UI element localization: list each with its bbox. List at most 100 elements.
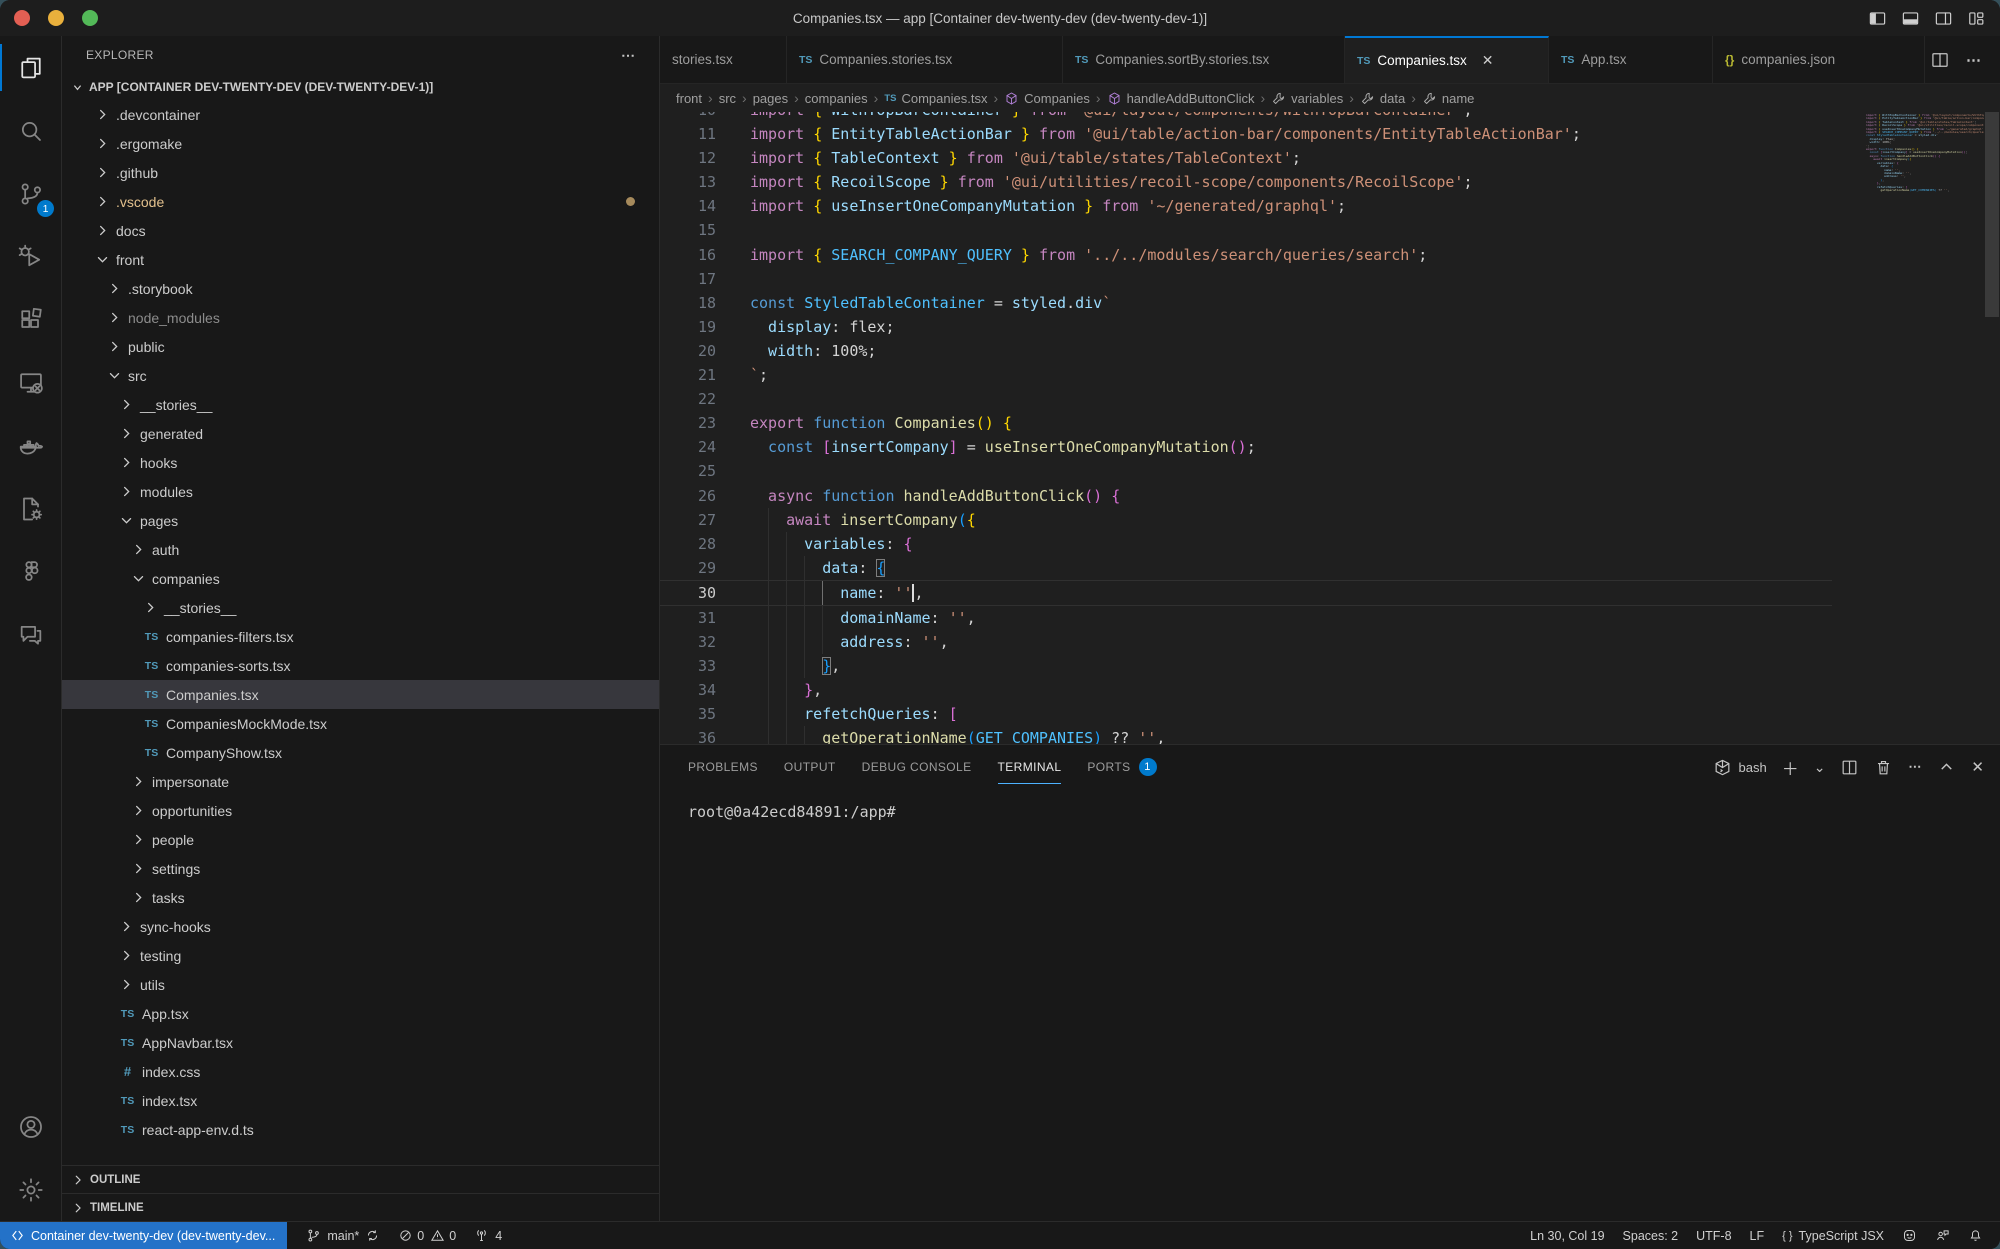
- remote-indicator[interactable]: Container dev-twenty-dev (dev-twenty-dev…: [0, 1222, 287, 1249]
- tree-folder-utils[interactable]: utils: [62, 970, 659, 999]
- code-line-32[interactable]: 32 address: '',: [660, 630, 1832, 654]
- tree-folder-hooks[interactable]: hooks: [62, 448, 659, 477]
- tree-folder-pages[interactable]: pages: [62, 506, 659, 535]
- workspace-section-header[interactable]: APP [CONTAINER DEV-TWENTY-DEV (DEV-TWENT…: [62, 74, 659, 100]
- explorer-more-actions-icon[interactable]: ⋯: [621, 47, 637, 64]
- activity-item-source-control[interactable]: 1: [0, 162, 62, 225]
- tree-folder-generated[interactable]: generated: [62, 419, 659, 448]
- activity-item-search[interactable]: [0, 99, 62, 162]
- code-line-11[interactable]: 11import { EntityTableActionBar } from '…: [660, 122, 1832, 146]
- terminal[interactable]: root@0a42ecd84891:/app#: [660, 789, 2000, 1221]
- editor-more-actions-icon[interactable]: ⋯: [1966, 51, 1982, 69]
- breadcrumb-item-name[interactable]: name: [1422, 91, 1475, 106]
- scrollbar-slider[interactable]: [1985, 112, 1999, 317]
- tab-app-tsx[interactable]: TSApp.tsx: [1549, 36, 1713, 83]
- tree-folder--devcontainer[interactable]: .devcontainer: [62, 100, 659, 129]
- code-line-25[interactable]: 25: [660, 459, 1832, 483]
- tree-folder-front[interactable]: front: [62, 245, 659, 274]
- tree-folder-sync-hooks[interactable]: sync-hooks: [62, 912, 659, 941]
- tree-folder-impersonate[interactable]: impersonate: [62, 767, 659, 796]
- tree-folder-testing[interactable]: testing: [62, 941, 659, 970]
- close-panel-icon[interactable]: ✕: [1971, 758, 1984, 776]
- code-line-14[interactable]: 14import { useInsertOneCompanyMutation }…: [660, 194, 1832, 218]
- activity-item-explorer[interactable]: [0, 36, 62, 99]
- language-mode-item[interactable]: { } TypeScript JSX: [1773, 1222, 1893, 1249]
- tree-folder--stories-[interactable]: __stories__: [62, 390, 659, 419]
- tab-stories-tsx[interactable]: stories.tsx: [660, 36, 787, 83]
- feedback-item[interactable]: [1926, 1222, 1959, 1249]
- close-tab-icon[interactable]: ✕: [1482, 52, 1494, 69]
- code-line-19[interactable]: 19 display: flex;: [660, 315, 1832, 339]
- activity-item-remote-explorer[interactable]: [0, 351, 62, 414]
- code-line-36[interactable]: 36 getOperationName(GET_COMPANIES) ?? ''…: [660, 726, 1832, 744]
- encoding-item[interactable]: UTF-8: [1687, 1222, 1740, 1249]
- terminal-dropdown-icon[interactable]: ⌄: [1814, 759, 1826, 776]
- panel-tab-ports[interactable]: PORTS1: [1087, 745, 1156, 789]
- split-editor-icon[interactable]: [1930, 50, 1950, 70]
- code-line-18[interactable]: 18const StyledTableContainer = styled.di…: [660, 291, 1832, 315]
- tree-folder-people[interactable]: people: [62, 825, 659, 854]
- git-branch-item[interactable]: main*: [297, 1222, 389, 1249]
- breadcrumb-item-data[interactable]: data: [1360, 91, 1405, 106]
- breadcrumb-item-companies[interactable]: companies: [805, 91, 868, 106]
- tree-folder-public[interactable]: public: [62, 332, 659, 361]
- tree-file-companies-filters-tsx[interactable]: TScompanies-filters.tsx: [62, 622, 659, 651]
- eol-item[interactable]: LF: [1741, 1222, 1774, 1249]
- split-terminal-icon[interactable]: [1840, 758, 1859, 777]
- panel-tab-output[interactable]: OUTPUT: [784, 745, 836, 789]
- terminal-shell-item[interactable]: bash: [1713, 758, 1766, 777]
- code-line-12[interactable]: 12import { TableContext } from '@ui/tabl…: [660, 146, 1832, 170]
- tree-file-index-css[interactable]: #index.css: [62, 1057, 659, 1086]
- customize-layout-icon[interactable]: [1967, 9, 1986, 28]
- code-line-22[interactable]: 22: [660, 387, 1832, 411]
- tree-file-companies-tsx[interactable]: TSCompanies.tsx: [62, 680, 659, 709]
- tab-companies-stories-tsx[interactable]: TSCompanies.stories.tsx: [787, 36, 1063, 83]
- activity-item-settings[interactable]: [0, 1158, 62, 1221]
- code-line-15[interactable]: 15: [660, 218, 1832, 242]
- tree-file-react-app-env-d-ts[interactable]: TSreact-app-env.d.ts: [62, 1115, 659, 1144]
- activity-item-comments[interactable]: [0, 603, 62, 666]
- code-line-10[interactable]: 10import { WithTopBarContainer } from '@…: [660, 112, 1832, 122]
- tree-folder--stories-[interactable]: __stories__: [62, 593, 659, 622]
- code-line-21[interactable]: 21`;: [660, 363, 1832, 387]
- tree-file-companies-sorts-tsx[interactable]: TScompanies-sorts.tsx: [62, 651, 659, 680]
- tree-file-appnavbar-tsx[interactable]: TSAppNavbar.tsx: [62, 1028, 659, 1057]
- panel-tab-terminal[interactable]: TERMINAL: [998, 745, 1062, 789]
- tree-folder--storybook[interactable]: .storybook: [62, 274, 659, 303]
- cursor-position-item[interactable]: Ln 30, Col 19: [1521, 1222, 1613, 1249]
- code-line-24[interactable]: 24 const [insertCompany] = useInsertOneC…: [660, 435, 1832, 459]
- breadcrumb-item-companies-tsx[interactable]: TSCompanies.tsx: [884, 91, 987, 106]
- code-line-23[interactable]: 23export function Companies() {: [660, 411, 1832, 435]
- code-line-28[interactable]: 28 variables: {: [660, 532, 1832, 556]
- tree-folder-opportunities[interactable]: opportunities: [62, 796, 659, 825]
- tab-companies-sortby-stories-tsx[interactable]: TSCompanies.sortBy.stories.tsx: [1063, 36, 1345, 83]
- tree-folder-settings[interactable]: settings: [62, 854, 659, 883]
- code-line-13[interactable]: 13import { RecoilScope } from '@ui/utili…: [660, 170, 1832, 194]
- tree-folder-src[interactable]: src: [62, 361, 659, 390]
- panel-tab-problems[interactable]: PROBLEMS: [688, 745, 758, 789]
- kill-terminal-icon[interactable]: [1874, 758, 1893, 777]
- breadcrumb-item-pages[interactable]: pages: [753, 91, 788, 106]
- tab-companies-json[interactable]: {}companies.json: [1713, 36, 1925, 83]
- tree-file-companiesmockmode-tsx[interactable]: TSCompaniesMockMode.tsx: [62, 709, 659, 738]
- tree-folder-docs[interactable]: docs: [62, 216, 659, 245]
- maximize-panel-icon[interactable]: [1937, 758, 1956, 777]
- breadcrumb-item-variables[interactable]: variables: [1271, 91, 1343, 106]
- code-line-27[interactable]: 27 await insertCompany({: [660, 508, 1832, 532]
- tree-folder--github[interactable]: .github: [62, 158, 659, 187]
- breadcrumb-item-companies[interactable]: Companies: [1004, 91, 1090, 106]
- code-line-30[interactable]: 30 name: '',: [660, 580, 1832, 606]
- tab-companies-tsx[interactable]: TSCompanies.tsx✕: [1345, 36, 1549, 83]
- panel-more-actions-icon[interactable]: ⋯: [1908, 759, 1922, 775]
- tree-folder--ergomake[interactable]: .ergomake: [62, 129, 659, 158]
- breadcrumb-item-handleaddbuttonclick[interactable]: handleAddButtonClick: [1107, 91, 1255, 106]
- indentation-item[interactable]: Spaces: 2: [1614, 1222, 1688, 1249]
- tree-folder-tasks[interactable]: tasks: [62, 883, 659, 912]
- tree-folder--vscode[interactable]: .vscode: [62, 187, 659, 216]
- breadcrumb-item-front[interactable]: front: [676, 91, 702, 106]
- tree-folder-modules[interactable]: modules: [62, 477, 659, 506]
- code-line-16[interactable]: 16import { SEARCH_COMPANY_QUERY } from '…: [660, 243, 1832, 267]
- activity-item-run-debug[interactable]: [0, 225, 62, 288]
- tree-file-companyshow-tsx[interactable]: TSCompanyShow.tsx: [62, 738, 659, 767]
- breadcrumb-item-src[interactable]: src: [719, 91, 736, 106]
